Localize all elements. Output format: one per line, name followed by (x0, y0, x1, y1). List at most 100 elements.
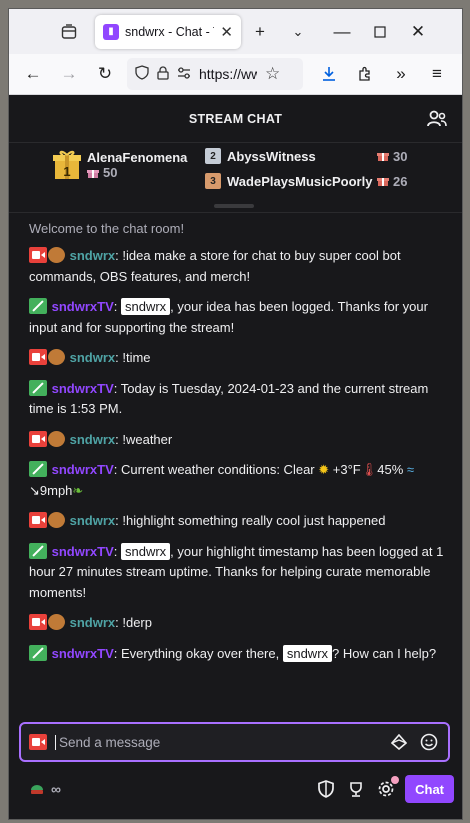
cat-badge-icon[interactable] (48, 430, 65, 447)
new-tab-icon[interactable]: + (241, 9, 279, 54)
permissions-icon[interactable] (177, 66, 191, 82)
tab-twitch-chat[interactable]: ▮ sndwrx - Chat - Twitch ✕ (95, 14, 241, 49)
chat-message: sndwrx: !weather (29, 430, 444, 451)
gift-leaderboard: 1 AlenaFenomena 50 2 AbyssWitness 30 3 W… (9, 143, 462, 213)
channel-points[interactable]: ∞ (29, 781, 61, 797)
chat-message-text: : !derp (115, 615, 152, 630)
chat-username[interactable]: sndwrx (70, 615, 116, 630)
gift-icon (87, 169, 99, 178)
chat-username[interactable]: sndwrxTV (52, 646, 114, 661)
chat-message-text: : !time (115, 350, 151, 365)
mod-shield-icon[interactable] (311, 774, 341, 804)
back-icon[interactable]: ← (15, 54, 51, 95)
tab-overview-icon[interactable] (49, 9, 89, 54)
mention-chip[interactable]: sndwrx (282, 644, 333, 662)
sun-icon: ✹ (318, 462, 330, 477)
moderator-sword-badge-icon[interactable] (29, 461, 47, 477)
settings-gear-icon[interactable] (371, 774, 401, 804)
forward-icon[interactable]: → (51, 54, 87, 95)
broadcaster-badge-icon[interactable] (29, 512, 47, 528)
gold-gift-rank-icon: 1 (53, 149, 81, 181)
chat-send-button[interactable]: Chat (405, 775, 454, 803)
chat-username[interactable]: sndwrx (70, 513, 116, 528)
broadcaster-badge-icon[interactable] (29, 349, 47, 365)
shield-icon[interactable] (135, 65, 149, 83)
minimize-icon[interactable]: — (323, 9, 361, 54)
rank-1-label: 1 (63, 164, 70, 179)
moderator-sword-badge-icon[interactable] (29, 298, 47, 314)
chat-message-text: : Everything okay over there, (113, 645, 283, 661)
chat-message: sndwrxTV: sndwrx, your highlight timesta… (29, 542, 444, 600)
leaderboard-second[interactable]: 2 AbyssWitness 30 (205, 148, 407, 164)
leaderboard-third[interactable]: 3 WadePlaysMusicPoorly 26 (205, 173, 407, 189)
notification-dot (391, 776, 400, 784)
chat-message-list: Welcome to the chat room! sndwrx: !idea … (9, 213, 462, 664)
leaderboard-third-name: WadePlaysMusicPoorly (227, 173, 373, 189)
url-text[interactable]: https://www (199, 66, 257, 82)
rank-2-badge: 2 (205, 148, 221, 164)
thermometer-icon: 🌡 (360, 462, 378, 477)
hamburger-menu-icon[interactable]: ≡ (419, 54, 455, 95)
close-tab-icon[interactable]: ✕ (220, 23, 233, 41)
close-window-icon[interactable]: ✕ (399, 9, 437, 54)
chat-username[interactable]: sndwrx (70, 248, 116, 263)
tab-bar: ▮ sndwrx - Chat - Twitch ✕ + ⌄ — ✕ (9, 9, 462, 54)
downloads-icon[interactable] (311, 54, 347, 95)
chat-username[interactable]: sndwrxTV (52, 544, 114, 559)
url-bar[interactable]: https://www ☆ (127, 58, 303, 90)
nav-toolbar: ← → ↻ https://www ☆ » ≡ (9, 54, 462, 95)
reload-icon[interactable]: ↻ (87, 54, 123, 95)
bookmark-star-icon[interactable]: ☆ (265, 64, 280, 84)
bits-diamond-icon[interactable] (388, 731, 410, 753)
channel-points-value: ∞ (51, 781, 61, 797)
gift-icon (377, 153, 389, 161)
chat-message-text: : !weather (115, 431, 173, 447)
broadcaster-badge-icon[interactable] (29, 430, 47, 447)
chat-username[interactable]: sndwrxTV (52, 462, 114, 477)
maximize-icon[interactable] (361, 9, 399, 54)
gift-icon (377, 178, 389, 186)
chat-message: sndwrxTV: Current weather conditions: Cl… (29, 461, 415, 498)
chat-message: sndwrx: !derp (29, 613, 444, 634)
cat-badge-icon[interactable] (48, 247, 65, 263)
rank-3-badge: 3 (205, 173, 221, 189)
mention-chip[interactable]: sndwrx (120, 542, 171, 560)
cat-badge-icon[interactable] (48, 614, 65, 630)
tab-list-chevron-icon[interactable]: ⌄ (279, 9, 317, 54)
chat-username[interactable]: sndwrx (70, 432, 116, 447)
leaderboard-drag-handle[interactable] (214, 204, 254, 208)
leaf-icon: ❧ (72, 482, 84, 498)
channel-points-icon (31, 785, 43, 794)
chat-username[interactable]: sndwrx (70, 350, 116, 365)
emote-smiley-icon[interactable] (418, 731, 440, 753)
tab-title: sndwrx - Chat - Twitch (125, 24, 214, 39)
chat-message-text: : Current weather conditions: Clear (113, 462, 319, 477)
chat-username[interactable]: sndwrxTV (52, 299, 114, 314)
wind-icon: ≈ (406, 462, 415, 477)
extensions-puzzle-icon[interactable] (347, 54, 383, 95)
moderator-sword-badge-icon[interactable] (29, 542, 47, 559)
lock-icon[interactable] (157, 65, 169, 83)
overflow-chevrons-icon[interactable]: » (383, 54, 419, 95)
community-users-icon[interactable] (426, 108, 448, 130)
leaderboard-first-points: 50 (103, 165, 118, 180)
chat-title: STREAM CHAT (188, 111, 283, 126)
chat-username[interactable]: sndwrxTV (52, 381, 114, 396)
chat-bottom-bar: ∞ Chat (9, 771, 462, 807)
trophy-icon[interactable] (341, 774, 371, 804)
chat-message-input[interactable] (55, 734, 380, 750)
browser-window: ▮ sndwrx - Chat - Twitch ✕ + ⌄ — ✕ ← → ↻… (8, 8, 463, 820)
mention-chip[interactable]: sndwrx (120, 298, 171, 315)
cat-badge-icon[interactable] (48, 512, 65, 528)
broadcaster-badge-icon[interactable] (29, 614, 47, 630)
leaderboard-first[interactable]: 1 AlenaFenomena 50 (53, 149, 187, 181)
moderator-sword-badge-icon[interactable] (29, 379, 47, 396)
leaderboard-second-name: AbyssWitness (227, 148, 316, 164)
broadcaster-badge-icon[interactable] (29, 247, 47, 263)
leaderboard-second-points: 30 (393, 148, 408, 164)
cat-badge-icon[interactable] (48, 349, 65, 365)
chat-input-box[interactable] (19, 722, 450, 762)
chat-message: sndwrxTV: sndwrx, your idea has been log… (29, 298, 428, 335)
chat-message: sndwrxTV: Everything okay over there, sn… (29, 644, 444, 665)
moderator-sword-badge-icon[interactable] (29, 644, 47, 661)
